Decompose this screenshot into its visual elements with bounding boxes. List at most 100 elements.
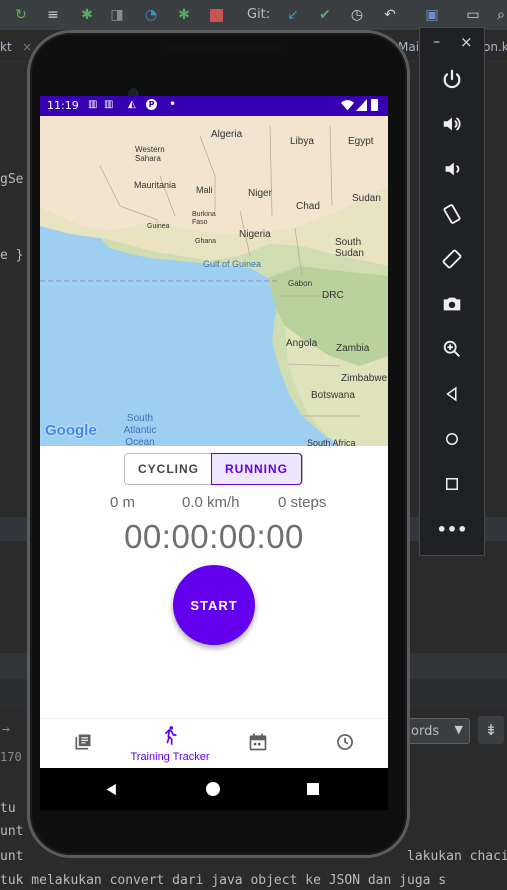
apply-changes-icon[interactable]: ↻ xyxy=(12,6,30,24)
nav-item-history[interactable] xyxy=(322,719,367,768)
editor-tab[interactable]: on.kt xyxy=(483,40,507,54)
volume-up-icon[interactable] xyxy=(438,110,466,138)
start-button[interactable]: START xyxy=(173,565,255,645)
elapsed-timer: 00:00:00:00 xyxy=(124,518,304,555)
nav-item-records[interactable] xyxy=(60,719,105,768)
code-fragment: e } xyxy=(0,248,24,263)
minimize-icon[interactable]: – xyxy=(433,34,440,50)
activity-toggle: CYCLING RUNNING xyxy=(124,453,303,485)
map-notification-icon: ▥ xyxy=(88,99,98,110)
map-label: Gabon xyxy=(288,279,313,288)
battery-icon xyxy=(371,99,378,111)
overview-icon[interactable] xyxy=(438,470,466,498)
google-attribution: Google xyxy=(45,422,97,439)
volume-down-icon[interactable] xyxy=(438,155,466,183)
map-label: Algeria xyxy=(211,129,243,140)
map-label: Zimbabwe xyxy=(341,373,388,384)
git-rollback-icon[interactable]: ↶ xyxy=(381,6,399,24)
nav-item-schedule[interactable] xyxy=(235,719,280,768)
profile-icon[interactable]: ◨ xyxy=(108,6,126,24)
status-bar: 11:19 ▥ ▥ ◭ P • xyxy=(40,96,388,116)
map-label: DRC xyxy=(322,290,344,301)
git-history-icon[interactable]: ◷ xyxy=(348,6,366,24)
close-tab-icon[interactable]: × xyxy=(22,40,32,54)
debug-icon[interactable]: ✱ xyxy=(78,6,96,24)
map-label: South Sudan xyxy=(335,237,364,259)
chevron-down-icon: ▼ xyxy=(454,723,463,736)
calendar-icon xyxy=(248,732,268,756)
editor-tab[interactable]: kt xyxy=(0,40,12,54)
list-icon xyxy=(73,732,93,756)
wifi-icon xyxy=(341,99,354,114)
git-label: Git: xyxy=(247,7,271,22)
a-notification-icon: ◭ xyxy=(128,99,136,110)
map-label: Mali xyxy=(196,185,213,195)
words-dropdown-label: ords xyxy=(411,724,440,739)
bottom-navigation: Training Tracker xyxy=(40,718,388,768)
map-view[interactable]: Algeria Libya Egypt Western Sahara Mauri… xyxy=(40,116,388,446)
camera-icon[interactable] xyxy=(438,290,466,318)
signal-icon xyxy=(356,99,367,114)
more-icon[interactable]: ••• xyxy=(437,515,468,543)
speaker-grille xyxy=(163,45,283,52)
clock-icon xyxy=(335,732,355,756)
home-icon[interactable] xyxy=(438,425,466,453)
nav-item-training-tracker[interactable]: Training Tracker xyxy=(120,719,220,768)
apply-code-icon[interactable]: ≡ xyxy=(44,6,62,24)
rotate-left-icon[interactable] xyxy=(438,200,466,228)
device-manager-icon[interactable]: ▣ xyxy=(423,6,441,24)
status-time: 11:19 xyxy=(47,99,79,112)
back-icon[interactable] xyxy=(438,380,466,408)
nav-label-training-tracker: Training Tracker xyxy=(130,751,210,763)
app-screen: 11:19 ▥ ▥ ◭ P • Algeria Libya Egypt West… xyxy=(40,96,388,768)
dot-icon: • xyxy=(169,97,177,111)
map-label: Guinea xyxy=(147,223,170,230)
git-update-icon[interactable]: ↙ xyxy=(284,6,302,24)
zoom-in-icon[interactable] xyxy=(438,335,466,363)
system-home-icon[interactable] xyxy=(206,782,220,796)
system-navigation-bar xyxy=(40,768,388,810)
code-fragment: lakukan chaci xyxy=(407,849,507,864)
code-fragment: 170 xyxy=(0,750,22,764)
steps-value: 0 steps xyxy=(278,494,327,511)
filter-icon[interactable]: ⇟ xyxy=(478,716,504,744)
code-fragment: unt xyxy=(0,824,24,839)
map-label: Chad xyxy=(296,201,320,212)
running-icon xyxy=(160,725,180,749)
rotate-right-icon[interactable] xyxy=(438,245,466,273)
app-notification-icon: P xyxy=(146,99,157,110)
system-back-icon[interactable] xyxy=(104,782,119,801)
git-commit-icon[interactable]: ✔ xyxy=(316,6,334,24)
arrow-icon: → xyxy=(2,722,10,737)
terminal-icon[interactable]: ▭ xyxy=(464,6,482,24)
words-dropdown[interactable]: ords ▼ xyxy=(400,718,470,744)
map-label: Niger xyxy=(248,188,272,199)
code-fragment: unt xyxy=(0,849,24,864)
map-label: Egypt xyxy=(348,136,374,147)
search-icon[interactable]: ⌕ xyxy=(492,6,507,24)
map-label: Gulf of Guinea xyxy=(203,259,262,269)
toggle-cycling[interactable]: CYCLING xyxy=(125,454,212,484)
toggle-running[interactable]: RUNNING xyxy=(211,453,302,485)
map-label: Libya xyxy=(290,136,314,147)
distance-value: 0 m xyxy=(110,494,136,511)
code-fragment: gSe xyxy=(0,172,24,187)
map-label: Sudan xyxy=(352,193,381,204)
map-label: South Atlantic Ocean xyxy=(123,413,157,446)
stop-icon[interactable] xyxy=(207,6,225,24)
map-label: Mauritania xyxy=(134,180,177,190)
close-icon[interactable]: × xyxy=(460,33,473,51)
profiler-icon[interactable]: ◔ xyxy=(142,6,160,24)
system-overview-icon[interactable] xyxy=(307,783,319,795)
map-label: Burkina Faso xyxy=(192,211,216,226)
map-label: Nigeria xyxy=(239,229,271,240)
code-fragment: tuk melakukan convert dari java object k… xyxy=(0,873,447,888)
speed-value: 0.0 km/h xyxy=(182,494,240,511)
attach-debugger-icon[interactable]: ✱ xyxy=(175,6,193,24)
map-label: Ghana xyxy=(195,238,217,245)
map-label: Botswana xyxy=(311,390,355,401)
code-fragment: tu xyxy=(0,801,16,816)
map-label: South Africa xyxy=(307,438,356,446)
power-icon[interactable] xyxy=(438,65,466,93)
map-notification-icon: ▥ xyxy=(104,99,114,110)
